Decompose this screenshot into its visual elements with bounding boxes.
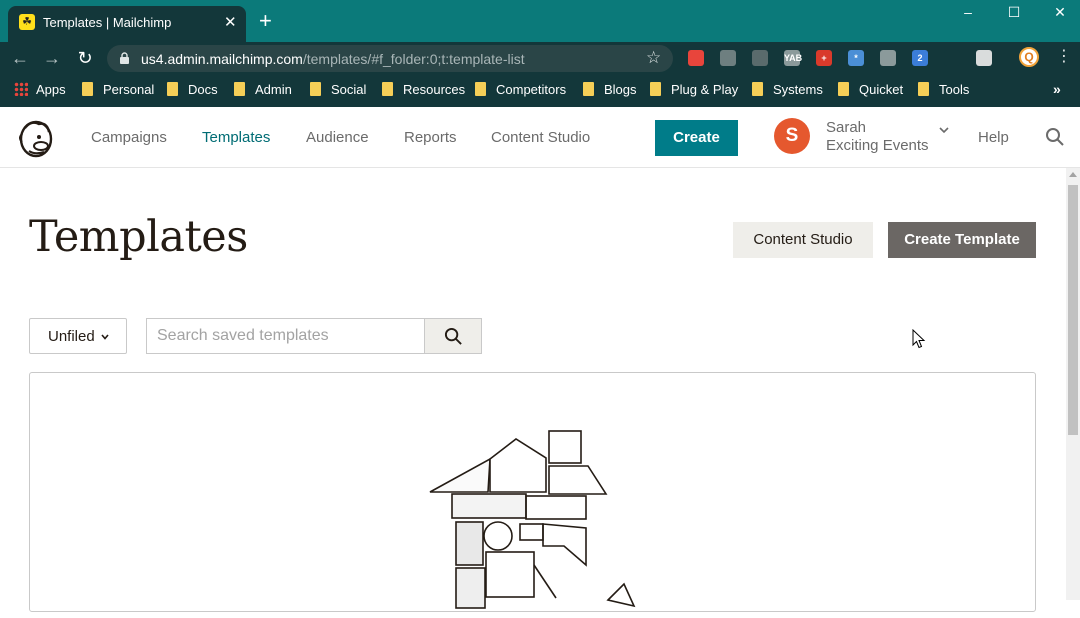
folder-icon (234, 82, 245, 96)
folder-icon (650, 82, 661, 96)
maximize-window-icon[interactable]: ☐ (1004, 4, 1024, 20)
address-bar[interactable]: us4.admin.mailchimp.com/templates/#f_fol… (107, 45, 673, 72)
scrollbar-thumb[interactable] (1068, 185, 1078, 435)
page-scrollbar[interactable] (1066, 168, 1080, 600)
bookmark-competitors[interactable]: Competitors (475, 82, 566, 100)
drive-extension-icon[interactable] (880, 50, 896, 66)
close-tab-icon[interactable]: ✕ (224, 13, 237, 31)
chevron-down-icon[interactable] (938, 124, 950, 136)
create-template-button[interactable]: Create Template (888, 222, 1036, 258)
page-title: Templates (29, 212, 248, 262)
browser-toolbar: ← → ↻ us4.admin.mailchimp.com/templates/… (0, 42, 1080, 75)
building-blocks-illustration (429, 430, 636, 609)
bookmark-label: Systems (773, 82, 823, 97)
folder-icon (310, 82, 321, 96)
close-window-icon[interactable]: ✕ (1050, 4, 1070, 20)
bookmark-label: Personal (103, 82, 155, 97)
mouse-pointer-icon (912, 329, 926, 349)
bookmark-resources[interactable]: Resources (382, 82, 465, 100)
speed-extension-icon[interactable] (752, 50, 768, 66)
bookmarks-overflow-icon[interactable]: » (1053, 81, 1061, 97)
bookmark-star-icon[interactable]: ☆ (646, 48, 661, 68)
app-header: Campaigns Templates Audience Reports Con… (0, 107, 1080, 168)
pinwheel-extension-icon[interactable] (688, 50, 704, 66)
folder-select-value: Unfiled (48, 328, 95, 345)
bookmark-label: Admin (255, 82, 292, 97)
folder-icon (167, 82, 178, 96)
new-tab-icon[interactable]: + (259, 8, 272, 34)
cloud-extension-icon[interactable] (720, 50, 736, 66)
bookmark-label: Social (331, 82, 367, 97)
print-extension-icon[interactable] (976, 50, 992, 66)
bookmark-blogs[interactable]: Blogs (583, 82, 637, 100)
folder-icon (918, 82, 929, 96)
folder-icon (583, 82, 594, 96)
url-text: us4.admin.mailchimp.com/templates/#f_fol… (141, 51, 525, 67)
bookmark-label: Competitors (496, 82, 567, 97)
bookmarks-bar: Apps Personal Docs Admin Social Resources Comp… (0, 75, 1080, 107)
bookmark-label: Docs (188, 82, 218, 97)
bookmark-apps[interactable]: Apps (14, 82, 66, 100)
browser-titlebar: ☘ Templates | Mailchimp ✕ + – ☐ ✕ (0, 0, 1080, 42)
search-templates-button[interactable] (424, 318, 482, 354)
search-icon[interactable] (1045, 127, 1065, 147)
chevron-down-icon (101, 334, 109, 340)
scroll-up-arrow-icon[interactable] (1069, 172, 1077, 177)
lock-icon (120, 52, 129, 64)
folder-icon (382, 82, 393, 96)
bookmark-tools[interactable]: Tools (918, 82, 969, 100)
bookmark-label: Quicket (859, 82, 904, 97)
nav-templates[interactable]: Templates (202, 129, 270, 146)
templates-empty-panel (29, 372, 1036, 612)
bookmark-docs[interactable]: Docs (167, 82, 218, 100)
nav-audience[interactable]: Audience (306, 129, 369, 146)
folder-icon (475, 82, 486, 96)
bookmark-systems[interactable]: Systems (752, 82, 823, 100)
code-extension-icon[interactable]: 2 (912, 50, 928, 66)
yab-extension-icon[interactable]: YAB (784, 50, 802, 66)
browser-menu-icon[interactable]: ⋮ (1056, 47, 1072, 67)
arrow-extension-icon[interactable] (944, 50, 960, 66)
bookmark-social[interactable]: Social (310, 82, 366, 100)
cross-extension-icon[interactable]: + (816, 50, 832, 66)
help-link[interactable]: Help (978, 129, 1009, 146)
bookmark-label: Resources (403, 82, 466, 97)
account-avatar[interactable]: S (774, 118, 810, 154)
mailchimp-logo-icon[interactable] (17, 118, 55, 158)
folder-icon (752, 82, 763, 96)
folder-select[interactable]: Unfiled (29, 318, 127, 354)
folder-icon (838, 82, 849, 96)
nav-reports[interactable]: Reports (404, 129, 457, 146)
bookmark-admin[interactable]: Admin (234, 82, 292, 100)
forward-arrow-icon[interactable]: → (42, 48, 62, 68)
bookmark-label: Apps (36, 82, 66, 97)
account-org-name[interactable]: Exciting Events (826, 137, 929, 154)
reload-icon[interactable]: ↻ (75, 48, 95, 68)
content-studio-button[interactable]: Content Studio (733, 222, 873, 258)
tab-title: Templates | Mailchimp (43, 15, 172, 30)
snowflake-extension-icon[interactable]: * (848, 50, 864, 66)
url-path: /templates/#f_folder:0;t:template-list (302, 51, 525, 67)
bookmark-label: Tools (939, 82, 970, 97)
bookmark-plug-play[interactable]: Plug & Play (650, 82, 738, 100)
url-domain: us4.admin.mailchimp.com (141, 51, 303, 67)
create-button[interactable]: Create (655, 120, 738, 156)
account-user-name[interactable]: Sarah (826, 119, 866, 136)
search-icon (444, 327, 462, 345)
nav-content-studio[interactable]: Content Studio (491, 129, 590, 146)
bookmark-quicket[interactable]: Quicket (838, 82, 903, 100)
apps-grid-icon (14, 82, 28, 96)
bookmark-personal[interactable]: Personal (82, 82, 154, 100)
search-templates-input[interactable] (146, 318, 424, 354)
back-arrow-icon[interactable]: ← (10, 48, 30, 68)
bookmark-label: Blogs (604, 82, 637, 97)
nav-campaigns[interactable]: Campaigns (91, 129, 167, 146)
folder-icon (82, 82, 93, 96)
bookmark-label: Plug & Play (671, 82, 739, 97)
mailchimp-favicon-icon: ☘ (19, 14, 35, 30)
browser-tab-active[interactable]: ☘ Templates | Mailchimp ✕ (8, 6, 246, 42)
profile-avatar[interactable]: Q (1019, 47, 1039, 67)
minimize-window-icon[interactable]: – (958, 4, 978, 20)
